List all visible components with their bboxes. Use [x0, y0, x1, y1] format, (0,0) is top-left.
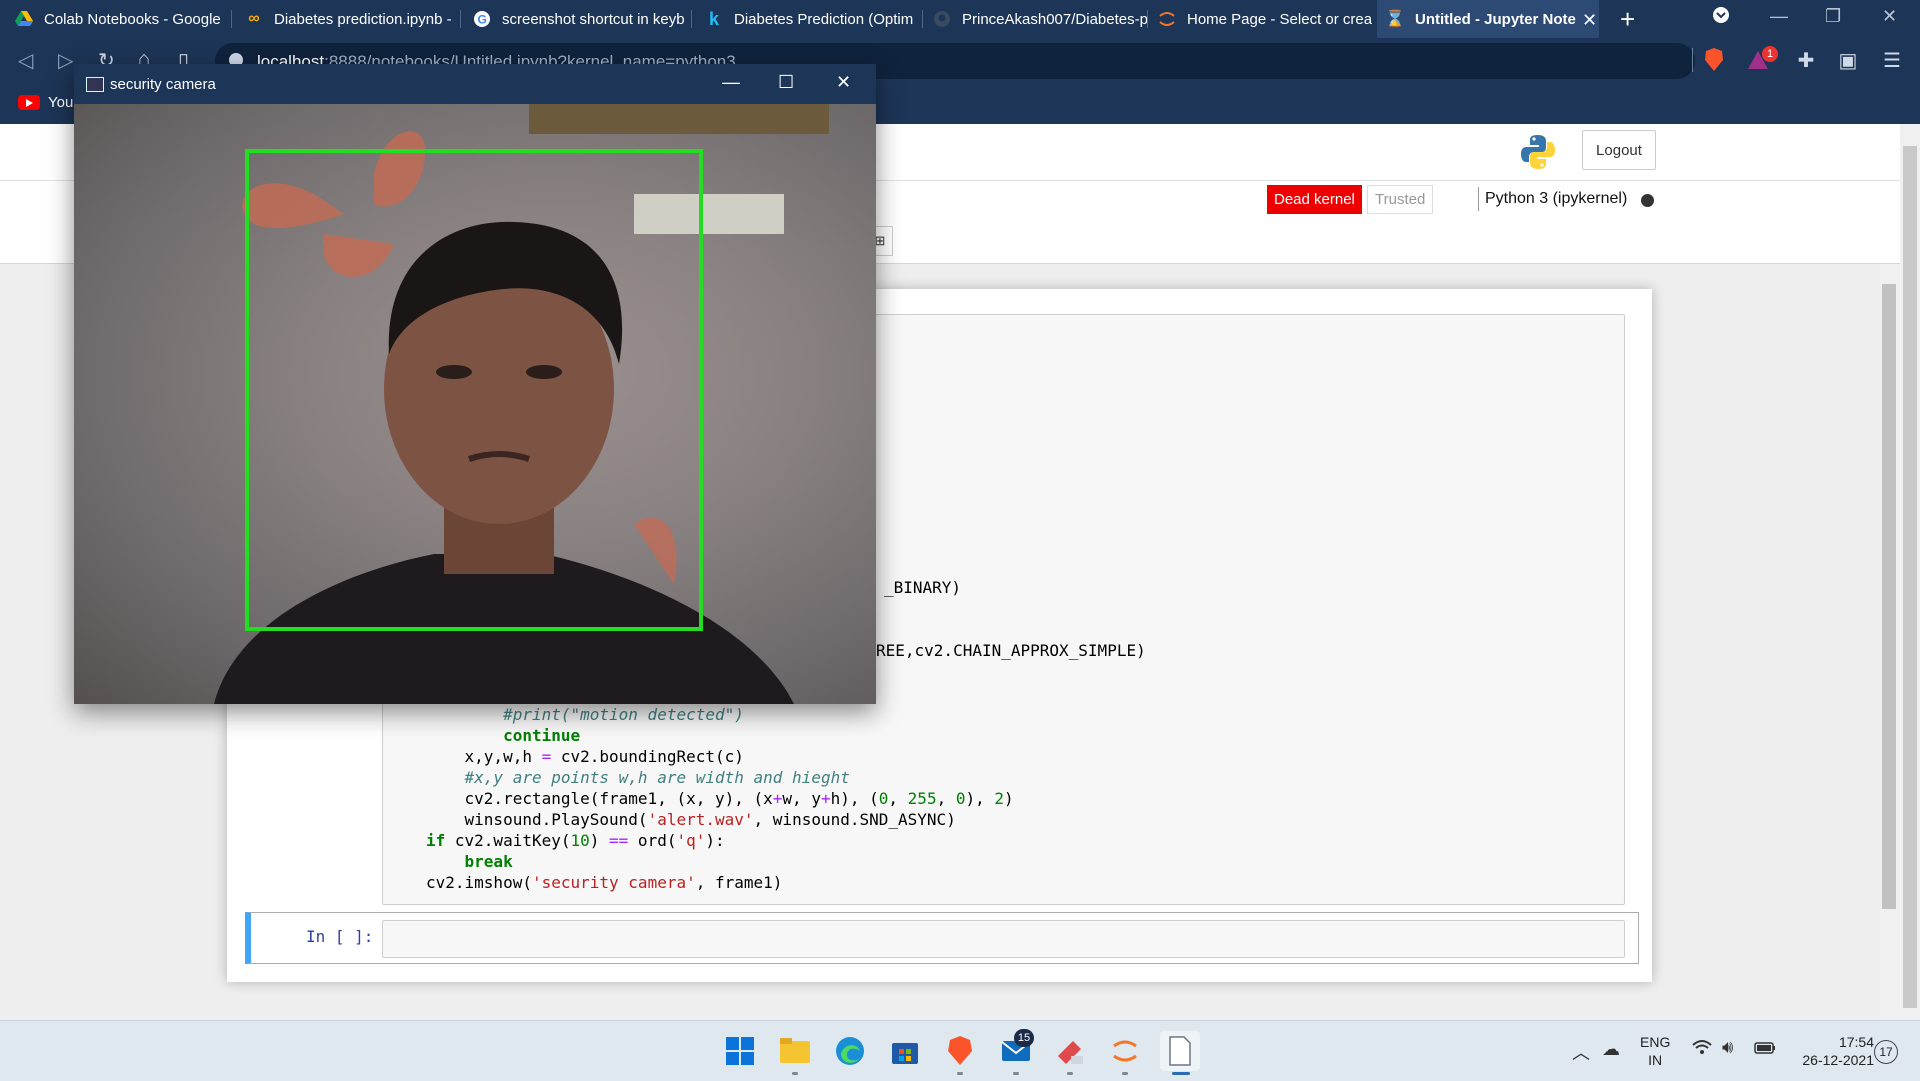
- extensions-icon[interactable]: ✚: [1794, 48, 1818, 72]
- browser-tab-bar: Colab Notebooks - Google ∞ Diabetes pred…: [0, 0, 1920, 38]
- restore-icon[interactable]: ❐: [1825, 6, 1841, 27]
- camera-titlebar[interactable]: security camera — ☐ ✕: [74, 64, 876, 104]
- notification-center-badge[interactable]: 17: [1874, 1040, 1898, 1064]
- tab-separator: [691, 10, 692, 28]
- camera-close-icon[interactable]: ✕: [836, 72, 851, 93]
- windows-taskbar: 15 ︿ ☁ ENG IN 🔊︎ 17:54 26-12-2021 17: [0, 1020, 1920, 1081]
- notebook-scrollbar-thumb[interactable]: [1882, 284, 1896, 909]
- trusted-indicator[interactable]: Trusted: [1367, 185, 1434, 214]
- kaggle-icon: k: [708, 8, 719, 29]
- system-clock[interactable]: 17:54 26-12-2021: [1780, 1033, 1874, 1069]
- paint-app-icon[interactable]: [1050, 1031, 1090, 1071]
- python-window-icon[interactable]: [1160, 1031, 1200, 1071]
- youtube-icon: [18, 95, 40, 110]
- minimize-icon[interactable]: —: [1770, 6, 1788, 27]
- tab-diabetes-kaggle[interactable]: k Diabetes Prediction (Optim: [704, 0, 922, 38]
- tab-separator: [460, 10, 461, 28]
- tab-jupyter-home[interactable]: Home Page - Select or crea: [1157, 0, 1372, 38]
- tab-diabetes-colab[interactable]: ∞ Diabetes prediction.ipynb -: [244, 0, 454, 38]
- running-indicator: [1013, 1072, 1019, 1075]
- tab-screenshot-search[interactable]: G screenshot shortcut in keyb: [472, 0, 687, 38]
- show-hidden-icons-icon[interactable]: ︿: [1572, 1039, 1590, 1065]
- tab-search-icon[interactable]: [1712, 6, 1730, 29]
- jupyter-icon: [1157, 9, 1177, 29]
- camera-feed: [74, 104, 876, 704]
- rewards-badge: 1: [1762, 46, 1778, 62]
- tab-github-repo[interactable]: PrinceAkash007/Diabetes-p: [932, 0, 1147, 38]
- github-icon: [932, 9, 952, 29]
- tab-untitled-jupyter[interactable]: ⌛ Untitled - Jupyter Note: [1377, 0, 1599, 38]
- wallet-icon[interactable]: ▣: [1836, 48, 1860, 72]
- volume-icon[interactable]: 🔊︎: [1722, 1037, 1733, 1058]
- bookmark-youtube[interactable]: You: [18, 94, 73, 111]
- kernel-name: Python 3 (ipykernel): [1485, 190, 1628, 207]
- running-indicator: [1122, 1072, 1128, 1075]
- tab-separator: [1147, 10, 1148, 28]
- svg-text:G: G: [478, 13, 487, 27]
- input-code-area[interactable]: [382, 920, 1625, 958]
- tab-separator: [231, 10, 232, 28]
- camera-maximize-icon[interactable]: ☐: [778, 72, 794, 93]
- app-window-icon: [86, 77, 104, 92]
- close-tab-icon[interactable]: ✕: [1582, 10, 1597, 31]
- running-indicator: [1067, 1072, 1073, 1075]
- onedrive-icon[interactable]: ☁: [1602, 1039, 1620, 1060]
- security-camera-window[interactable]: security camera — ☐ ✕: [74, 64, 876, 704]
- brave-shields-icon[interactable]: [1702, 48, 1726, 72]
- toolbar-divider: [1692, 48, 1693, 72]
- kernel-status-icon: [1641, 194, 1654, 207]
- dead-kernel-indicator[interactable]: Dead kernel: [1267, 185, 1362, 214]
- code-fragment-threshold: _BINARY): [884, 578, 962, 597]
- close-window-icon[interactable]: ✕: [1882, 6, 1897, 27]
- start-menu-icon[interactable]: [720, 1031, 760, 1071]
- back-icon[interactable]: ◁: [18, 48, 33, 73]
- language-indicator[interactable]: ENG IN: [1640, 1033, 1670, 1069]
- kernel-divider: [1478, 187, 1479, 211]
- wifi-icon[interactable]: [1692, 1039, 1712, 1060]
- running-indicator: [957, 1072, 963, 1075]
- input-prompt: In [ ]:: [306, 927, 374, 946]
- logout-button[interactable]: Logout: [1582, 130, 1656, 170]
- python-logo-icon: [1518, 132, 1558, 172]
- code-fragment-contours: REE,cv2.CHAIN_APPROX_SIMPLE): [876, 641, 1146, 660]
- google-drive-icon: [14, 9, 34, 29]
- tab-colab-notebooks[interactable]: Colab Notebooks - Google: [14, 0, 229, 38]
- menu-icon[interactable]: ☰: [1880, 48, 1904, 72]
- hourglass-icon: ⌛: [1385, 11, 1405, 28]
- google-icon: G: [472, 9, 492, 29]
- running-indicator: [792, 1072, 798, 1075]
- file-explorer-icon[interactable]: [775, 1031, 815, 1071]
- microsoft-store-icon[interactable]: [885, 1031, 925, 1071]
- jupyter-app-icon[interactable]: [1105, 1031, 1145, 1071]
- colab-icon: ∞: [248, 10, 260, 27]
- camera-minimize-icon[interactable]: —: [722, 72, 740, 93]
- camera-window-title: security camera: [110, 76, 216, 93]
- camera-frame-illustration: [214, 104, 829, 704]
- edge-browser-icon[interactable]: [830, 1031, 870, 1071]
- new-tab-button[interactable]: +: [1620, 4, 1635, 35]
- forward-icon[interactable]: ▷: [58, 48, 73, 73]
- tab-separator: [922, 10, 923, 28]
- battery-icon[interactable]: [1754, 1041, 1776, 1059]
- brave-browser-icon[interactable]: [940, 1031, 980, 1071]
- mail-badge: 15: [1014, 1029, 1034, 1047]
- code-lines: #print("motion detected") continue x,y,w…: [426, 705, 1014, 892]
- active-window-indicator: [1172, 1072, 1190, 1075]
- page-scrollbar-thumb[interactable]: [1903, 146, 1917, 1008]
